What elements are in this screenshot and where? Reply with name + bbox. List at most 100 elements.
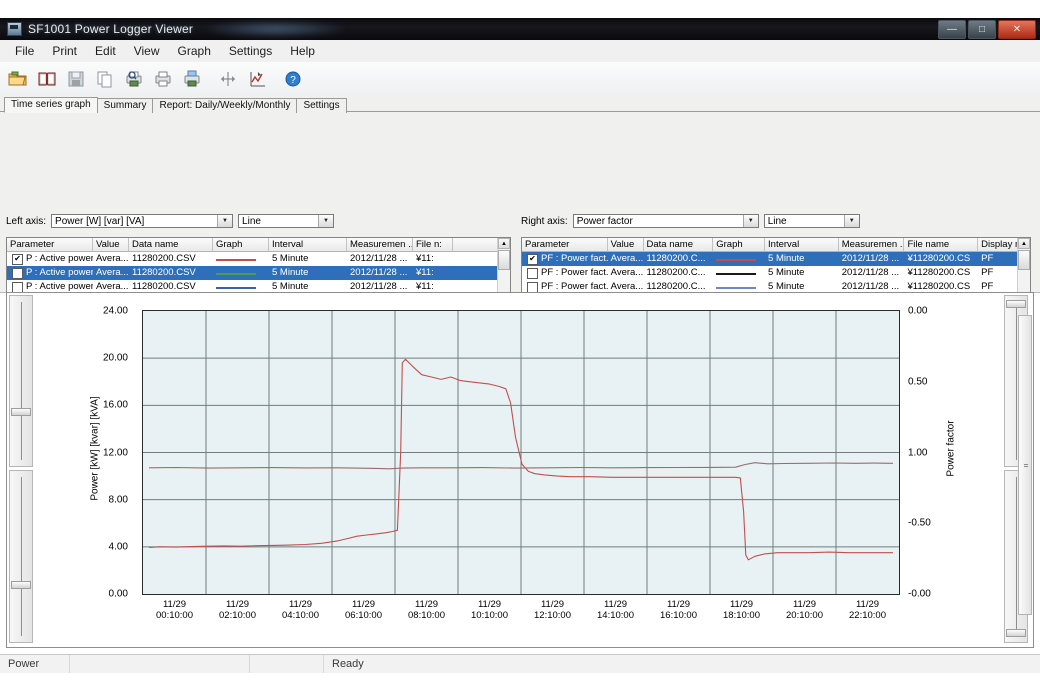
measurement-cell: 2012/11/28 ... <box>839 252 905 266</box>
x-tick-time: 12:10:00 <box>534 610 571 621</box>
parameter-cell: PF : Power fact... <box>522 266 608 280</box>
row-checkbox[interactable] <box>527 268 538 279</box>
slider-thumb[interactable] <box>11 408 31 416</box>
left-axis-value: Power [W] [var] [VA] <box>55 216 144 227</box>
left-zoom-sliders <box>9 295 33 645</box>
column-header[interactable]: Graph <box>713 238 765 251</box>
title-glow <box>200 20 350 38</box>
scroll-up-icon[interactable]: ▲ <box>498 238 510 249</box>
row-checkbox[interactable]: ✔ <box>12 254 23 265</box>
parameter-label: PF : Power fact... <box>541 266 608 280</box>
interval-cell: 5 Minute <box>269 252 347 266</box>
app-icon <box>7 22 22 36</box>
row-checkbox[interactable]: ✔ <box>527 254 538 265</box>
x-tick-date: 11/29 <box>667 599 690 610</box>
table-row[interactable]: P : Active powerAvera...11280200.CSV5 Mi… <box>7 266 510 280</box>
x-tick-label: 11/2922:10:00 <box>849 599 886 621</box>
left-axis-max-slider[interactable] <box>9 295 33 467</box>
chevron-down-icon[interactable]: ▼ <box>844 215 859 227</box>
column-header[interactable]: Interval <box>269 238 347 251</box>
menu-graph[interactable]: Graph <box>169 41 220 61</box>
window-buttons: — □ ✕ <box>938 20 1036 39</box>
interval-cell: 5 Minute <box>765 252 839 266</box>
x-tick-label: 11/2906:10:00 <box>345 599 382 621</box>
slider-thumb[interactable] <box>1006 629 1026 637</box>
vscroll-thumb[interactable] <box>498 250 510 270</box>
table-row[interactable]: ✔PF : Power fact...Avera...11280200.C...… <box>522 252 1030 266</box>
x-tick-time: 00:10:00 <box>156 610 193 621</box>
menu-edit[interactable]: Edit <box>86 41 125 61</box>
x-tick-label: 11/2904:10:00 <box>282 599 319 621</box>
x-tick-date: 11/29 <box>856 599 879 610</box>
help-icon[interactable]: ? <box>279 65 307 93</box>
column-header[interactable]: File name <box>904 238 978 251</box>
tab-time-series-graph[interactable]: Time series graph <box>4 97 98 113</box>
row-checkbox[interactable] <box>12 282 23 293</box>
y-tick-label: 8.00 <box>109 494 128 505</box>
row-checkbox[interactable] <box>527 282 538 293</box>
status-bar: Power Ready <box>0 654 1040 673</box>
color-line <box>216 287 256 289</box>
column-header[interactable]: Parameter <box>7 238 93 251</box>
close-button[interactable]: ✕ <box>998 20 1036 39</box>
value-cell: Avera... <box>608 266 644 280</box>
column-header[interactable]: File n: <box>413 238 453 251</box>
column-header[interactable]: Measuremen ... <box>839 238 905 251</box>
x-tick-label: 11/2900:10:00 <box>156 599 193 621</box>
slider-thumb[interactable] <box>1006 300 1026 308</box>
measurement-cell: 2012/11/28 ... <box>347 266 413 280</box>
fit-width-icon[interactable] <box>214 65 242 93</box>
scroll-up-icon[interactable]: ▲ <box>1018 238 1030 249</box>
menu-settings[interactable]: Settings <box>220 41 281 61</box>
menu-print[interactable]: Print <box>43 41 86 61</box>
left-style-value: Line <box>242 216 261 227</box>
tab-report[interactable]: Report: Daily/Weekly/Monthly <box>152 98 297 113</box>
menu-file[interactable]: File <box>6 41 43 61</box>
left-axis-select[interactable]: Power [W] [var] [VA] ▼ <box>51 214 233 228</box>
copy-pages-icon[interactable] <box>91 65 119 93</box>
chevron-down-icon[interactable]: ▼ <box>217 215 232 227</box>
save-icon[interactable] <box>62 65 90 93</box>
x-tick-time: 06:10:00 <box>345 610 382 621</box>
tab-summary[interactable]: Summary <box>97 98 154 113</box>
menu-help[interactable]: Help <box>281 41 324 61</box>
column-header[interactable]: Interval <box>765 238 839 251</box>
maximize-button[interactable]: □ <box>968 20 996 39</box>
graph-vertical-scrollbar[interactable] <box>1018 315 1032 615</box>
vscroll-thumb[interactable] <box>1018 250 1030 270</box>
left-axis-min-slider[interactable] <box>9 470 33 643</box>
status-right: Ready <box>324 655 1040 673</box>
print-setup-icon[interactable] <box>178 65 206 93</box>
table-row[interactable]: ✔P : Active powerAvera...11280200.CSV5 M… <box>7 252 510 266</box>
column-header[interactable]: Parameter <box>522 238 608 251</box>
open-book-icon[interactable] <box>33 65 61 93</box>
plot-area[interactable] <box>142 310 900 595</box>
chevron-down-icon[interactable]: ▼ <box>743 215 758 227</box>
parameter-cell: P : Active power <box>7 266 93 280</box>
chevron-down-icon[interactable]: ▼ <box>318 215 333 227</box>
print-preview-icon[interactable] <box>120 65 148 93</box>
column-header[interactable]: Data name <box>129 238 213 251</box>
toolbar: ? <box>0 62 1040 97</box>
right-axis-select[interactable]: Power factor ▼ <box>573 214 759 228</box>
left-style-select[interactable]: Line ▼ <box>238 214 334 228</box>
file-cell: ¥11: <box>413 266 453 280</box>
y-tick-label: 12.00 <box>103 447 128 458</box>
y-tick-label: 24.00 <box>103 306 128 317</box>
graph-cursor-icon[interactable] <box>243 65 271 93</box>
row-checkbox[interactable] <box>12 268 23 279</box>
column-header[interactable]: Value <box>608 238 644 251</box>
slider-thumb[interactable] <box>11 581 31 589</box>
open-folder-icon[interactable] <box>4 65 32 93</box>
column-header[interactable]: Graph <box>213 238 269 251</box>
tab-settings[interactable]: Settings <box>296 98 346 113</box>
column-header[interactable]: Value <box>93 238 129 251</box>
minimize-button[interactable]: — <box>938 20 966 39</box>
column-header[interactable]: Data name <box>644 238 714 251</box>
right-style-select[interactable]: Line ▼ <box>764 214 860 228</box>
left-axis-row: Left axis: Power [W] [var] [VA] ▼ Line ▼ <box>6 214 334 228</box>
print-icon[interactable] <box>149 65 177 93</box>
table-row[interactable]: PF : Power fact...Avera...11280200.C...5… <box>522 266 1030 280</box>
menu-view[interactable]: View <box>125 41 169 61</box>
column-header[interactable]: Measuremen ... <box>347 238 413 251</box>
